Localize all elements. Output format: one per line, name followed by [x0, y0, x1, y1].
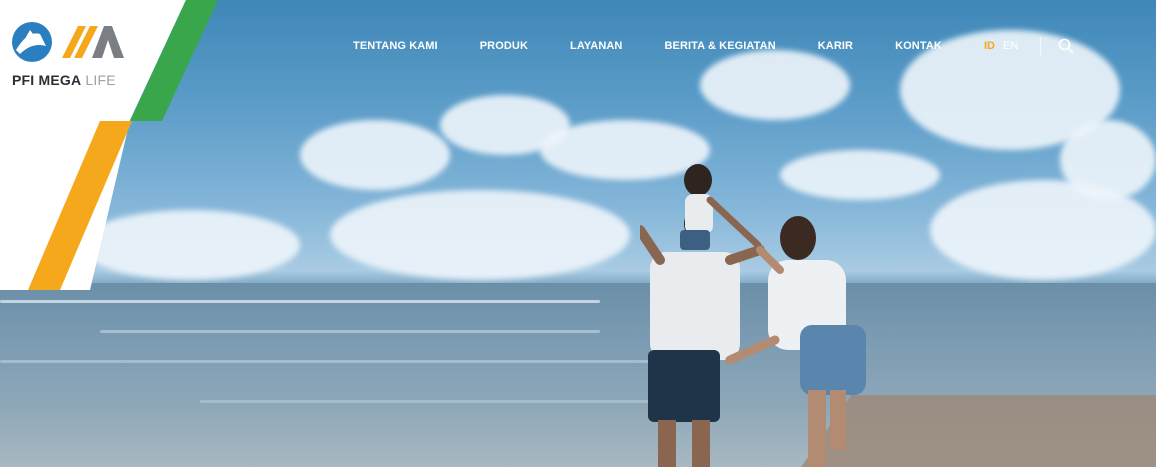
- nav-item-tentang-kami[interactable]: TENTANG KAMI: [353, 40, 438, 52]
- language-switcher: ID EN: [984, 40, 1018, 52]
- wave: [100, 330, 600, 333]
- lang-option-en[interactable]: EN: [1003, 40, 1018, 52]
- cloud: [300, 120, 450, 190]
- brand-name-bold: PFI MEGA: [12, 72, 82, 88]
- search-icon: [1058, 38, 1074, 54]
- nav-item-karir[interactable]: KARIR: [818, 40, 853, 52]
- nav-item-produk[interactable]: PRODUK: [480, 40, 528, 52]
- nav-item-layanan[interactable]: LAYANAN: [570, 40, 622, 52]
- cloud: [330, 190, 630, 280]
- wave: [200, 400, 700, 403]
- nav-item-kontak[interactable]: KONTAK: [895, 40, 942, 52]
- wave: [0, 300, 600, 303]
- main-nav: TENTANG KAMI PRODUK LAYANAN BERITA & KEG…: [353, 40, 984, 52]
- brand-name-light: LIFE: [85, 72, 116, 88]
- lang-option-id[interactable]: ID: [984, 40, 995, 52]
- family-figures: [640, 164, 866, 467]
- cloud: [1060, 120, 1156, 200]
- search-button[interactable]: [1058, 38, 1074, 59]
- nav-item-berita-kegiatan[interactable]: BERITA & KEGIATAN: [664, 40, 775, 52]
- cloud: [700, 50, 850, 120]
- header-divider: [1040, 37, 1041, 55]
- wave: [0, 360, 700, 363]
- brand-wordmark: PFI MEGA LIFE: [12, 72, 116, 88]
- pfi-mega-life-logo[interactable]: PFI MEGA LIFE: [10, 20, 130, 90]
- hero-banner: PFI MEGA LIFE TENTANG KAMI PRODUK LAYANA…: [0, 0, 1156, 467]
- logo-emblem-icon: [12, 22, 124, 62]
